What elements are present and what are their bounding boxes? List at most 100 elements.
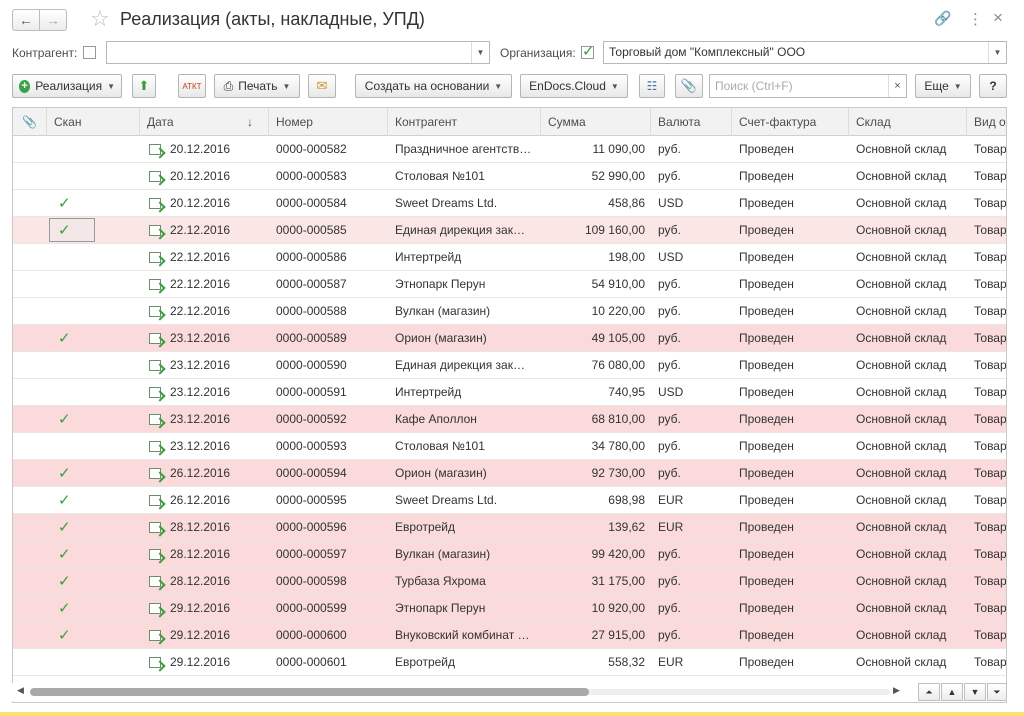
cell-scan[interactable]: [47, 352, 140, 379]
cell-sum[interactable]: 54 910,00: [541, 271, 651, 298]
cell-currency[interactable]: руб.: [651, 406, 732, 433]
cell-invoice[interactable]: Проведен: [732, 541, 849, 568]
cell-stock[interactable]: Основной склад: [849, 379, 967, 406]
cell-contractor[interactable]: Единая дирекция зак…: [388, 352, 541, 379]
table-row[interactable]: 23.12.2016 0000-000590 Единая дирекция зак…: [13, 352, 1006, 379]
cell-scan[interactable]: [47, 649, 140, 676]
cell-contractor[interactable]: Sweet Dreams Ltd.: [388, 190, 541, 217]
cell-invoice[interactable]: Проведен: [732, 352, 849, 379]
cell-kind[interactable]: Товар: [967, 244, 1006, 271]
cell-currency[interactable]: руб.: [651, 568, 732, 595]
cell-stock[interactable]: Основной склад: [849, 514, 967, 541]
column-header-kind[interactable]: Вид о: [967, 108, 1006, 136]
table-row[interactable]: 23.12.2016 0000-000593 Столовая №101 34 780…: [13, 433, 1006, 460]
cell-date[interactable]: 28.12.2016: [163, 514, 269, 541]
cell-currency[interactable]: руб.: [651, 595, 732, 622]
cell-invoice[interactable]: Проведен: [732, 163, 849, 190]
cell-date[interactable]: 22.12.2016: [163, 298, 269, 325]
cell-stock[interactable]: Основной склад: [849, 595, 967, 622]
cell-kind[interactable]: Товар: [967, 190, 1006, 217]
cell-kind[interactable]: Товар: [967, 487, 1006, 514]
cell-contractor[interactable]: Вулкан (магазин): [388, 298, 541, 325]
cell-scan[interactable]: [47, 136, 140, 163]
favorite-star-icon[interactable]: ☆: [90, 6, 110, 32]
column-header-number[interactable]: Номер: [269, 108, 388, 136]
cell-currency[interactable]: руб.: [651, 352, 732, 379]
cell-invoice[interactable]: Проведен: [732, 433, 849, 460]
table-row[interactable]: 20.12.2016 0000-000583 Столовая №101 52 990…: [13, 163, 1006, 190]
cell-number[interactable]: 0000-000582: [269, 136, 388, 163]
cell-sum[interactable]: 99 420,00: [541, 541, 651, 568]
cell-kind[interactable]: Товар: [967, 298, 1006, 325]
cell-number[interactable]: 0000-000590: [269, 352, 388, 379]
cell-currency[interactable]: руб.: [651, 460, 732, 487]
cell-sum[interactable]: 31 175,00: [541, 568, 651, 595]
contractor-checkbox[interactable]: [83, 46, 96, 59]
cell-invoice[interactable]: Проведен: [732, 325, 849, 352]
cell-contractor[interactable]: Sweet Dreams Ltd.: [388, 487, 541, 514]
cell-number[interactable]: 0000-000597: [269, 541, 388, 568]
cell-contractor[interactable]: Столовая №101: [388, 433, 541, 460]
create-based-on-button[interactable]: Создать на основании ▼: [355, 74, 512, 98]
act-button[interactable]: АТКТ: [178, 74, 206, 98]
cell-number[interactable]: 0000-000586: [269, 244, 388, 271]
organization-field[interactable]: Торговый дом "Комплексный" ООО ▼: [603, 41, 1007, 64]
cell-invoice[interactable]: Проведен: [732, 244, 849, 271]
cell-invoice[interactable]: Проведен: [732, 460, 849, 487]
structure-button[interactable]: ☷: [639, 74, 665, 98]
cell-stock[interactable]: Основной склад: [849, 244, 967, 271]
cell-number[interactable]: 0000-000591: [269, 379, 388, 406]
cell-number[interactable]: 0000-000584: [269, 190, 388, 217]
cell-contractor[interactable]: Вулкан (магазин): [388, 541, 541, 568]
table-row[interactable]: ✓ 29.12.2016 0000-000599 Этнопарк Перун 10 9…: [13, 595, 1006, 622]
cell-stock[interactable]: Основной склад: [849, 136, 967, 163]
link-icon[interactable]: 🔗: [934, 10, 951, 27]
cell-sum[interactable]: 49 105,00: [541, 325, 651, 352]
cell-date[interactable]: 29.12.2016: [163, 595, 269, 622]
cell-sum[interactable]: 11 090,00: [541, 136, 651, 163]
table-row[interactable]: ✓ 20.12.2016 0000-000584 Sweet Dreams Ltd. 4…: [13, 190, 1006, 217]
cell-scan[interactable]: ✓: [47, 622, 140, 649]
cell-currency[interactable]: руб.: [651, 271, 732, 298]
cell-kind[interactable]: Товар: [967, 514, 1006, 541]
scroll-right-icon[interactable]: ▶: [893, 685, 900, 696]
cell-invoice[interactable]: Проведен: [732, 406, 849, 433]
cell-stock[interactable]: Основной склад: [849, 217, 967, 244]
print-button[interactable]: ⎙ Печать ▼: [214, 74, 300, 98]
cell-scan[interactable]: ✓: [47, 325, 140, 352]
cell-number[interactable]: 0000-000598: [269, 568, 388, 595]
cell-contractor[interactable]: Внуковский комбинат …: [388, 622, 541, 649]
cell-invoice[interactable]: Проведен: [732, 649, 849, 676]
cell-stock[interactable]: Основной склад: [849, 352, 967, 379]
cell-invoice[interactable]: Проведен: [732, 271, 849, 298]
table-row[interactable]: 29.12.2016 0000-000601 Евротрейд 558,32 EUR П…: [13, 649, 1006, 676]
cell-kind[interactable]: Товар: [967, 217, 1006, 244]
cell-kind[interactable]: Товар: [967, 325, 1006, 352]
table-row[interactable]: ✓ 26.12.2016 0000-000594 Орион (магазин) 92 …: [13, 460, 1006, 487]
column-header-stock[interactable]: Склад: [849, 108, 967, 136]
cell-currency[interactable]: EUR: [651, 514, 732, 541]
cell-sum[interactable]: 458,86: [541, 190, 651, 217]
cell-scan[interactable]: ✓: [47, 217, 140, 244]
cell-sum[interactable]: 68 810,00: [541, 406, 651, 433]
help-button[interactable]: ?: [979, 74, 1007, 98]
close-icon[interactable]: ×: [993, 8, 1003, 28]
cell-invoice[interactable]: Проведен: [732, 379, 849, 406]
cell-contractor[interactable]: Орион (магазин): [388, 460, 541, 487]
search-input[interactable]: Поиск (Ctrl+F) ×: [709, 74, 907, 98]
cell-contractor[interactable]: Праздничное агентств…: [388, 136, 541, 163]
cell-date[interactable]: 22.12.2016: [163, 217, 269, 244]
go-up-button[interactable]: ▲: [941, 683, 963, 701]
cell-scan[interactable]: [47, 271, 140, 298]
cell-scan[interactable]: ✓: [47, 514, 140, 541]
cell-kind[interactable]: Товар: [967, 163, 1006, 190]
cell-date[interactable]: 20.12.2016: [163, 136, 269, 163]
cell-number[interactable]: 0000-000599: [269, 595, 388, 622]
go-down-button[interactable]: ▼: [964, 683, 986, 701]
cell-contractor[interactable]: Орион (магазин): [388, 325, 541, 352]
more-vertical-icon[interactable]: ⋮: [968, 10, 983, 28]
cell-invoice[interactable]: Проведен: [732, 622, 849, 649]
cell-stock[interactable]: Основной склад: [849, 460, 967, 487]
column-header-contractor[interactable]: Контрагент: [388, 108, 541, 136]
cell-kind[interactable]: Товар: [967, 460, 1006, 487]
